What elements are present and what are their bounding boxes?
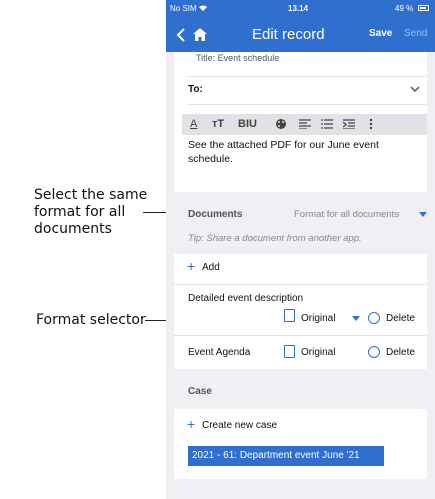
list-icon[interactable] bbox=[321, 119, 333, 129]
divider bbox=[174, 335, 427, 336]
chevron-down-icon[interactable] bbox=[410, 86, 420, 93]
delete-icon[interactable] bbox=[368, 312, 380, 324]
phone-screen: No SIM 13.14 49 % Edit record Save Send … bbox=[166, 0, 435, 499]
divider bbox=[188, 76, 427, 77]
annotation-format-selector: Format selector bbox=[36, 312, 146, 328]
divider bbox=[188, 104, 427, 105]
delete-button[interactable]: Delete bbox=[386, 347, 415, 358]
format-toolbar: A тT BIU bbox=[182, 114, 427, 135]
to-label: To: bbox=[188, 84, 203, 95]
nav-bar: Edit record Save Send bbox=[166, 17, 435, 52]
document-icon bbox=[284, 309, 295, 322]
delete-button[interactable]: Delete bbox=[386, 313, 415, 324]
page-title: Edit record bbox=[252, 26, 325, 43]
save-button[interactable]: Save bbox=[369, 28, 392, 39]
battery-label: 49 % bbox=[395, 4, 414, 13]
pdf-icon bbox=[284, 345, 295, 358]
selected-case[interactable]: 2021 - 61: Department event June '21 bbox=[188, 446, 384, 466]
send-button[interactable]: Send bbox=[404, 28, 427, 39]
delete-icon[interactable] bbox=[368, 346, 380, 358]
create-case-button[interactable]: Create new case bbox=[202, 420, 277, 431]
add-case-icon[interactable]: + bbox=[187, 416, 195, 432]
status-bar: No SIM 13.14 49 % bbox=[166, 0, 435, 17]
caret-down-icon[interactable] bbox=[352, 316, 360, 321]
documents-tip: Tip: Share a document from another app. bbox=[188, 233, 362, 244]
divider bbox=[174, 284, 427, 285]
caret-down-icon[interactable] bbox=[419, 212, 427, 217]
format-selector[interactable]: Original bbox=[301, 347, 335, 358]
format-all-dropdown[interactable]: Format for all documents bbox=[294, 209, 399, 220]
email-body[interactable]: See the attached PDF for our June event … bbox=[188, 138, 418, 166]
clock-label: 13.14 bbox=[288, 4, 309, 13]
align-icon[interactable] bbox=[299, 119, 311, 129]
annotation-format-all: Select the same format for all documents bbox=[34, 187, 148, 237]
case-header: Case bbox=[188, 386, 212, 397]
carrier-label: No SIM bbox=[170, 4, 197, 13]
indent-icon[interactable] bbox=[343, 119, 355, 129]
home-icon[interactable] bbox=[193, 28, 207, 41]
wifi-icon bbox=[199, 5, 207, 11]
text-size-button[interactable]: тT bbox=[212, 118, 224, 130]
battery-icon bbox=[418, 5, 429, 11]
format-selector[interactable]: Original bbox=[301, 313, 335, 324]
documents-header: Documents bbox=[188, 209, 243, 220]
bold-italic-underline-button[interactable]: BIU bbox=[238, 118, 257, 130]
palette-icon[interactable] bbox=[275, 118, 287, 130]
back-chevron-icon[interactable] bbox=[176, 28, 186, 42]
add-icon[interactable]: + bbox=[187, 258, 195, 274]
title-row[interactable]: Title: Event schedule bbox=[196, 53, 279, 63]
font-color-button[interactable]: A bbox=[190, 118, 197, 130]
document-name: Detailed event description bbox=[188, 293, 304, 304]
add-document-button[interactable]: Add bbox=[202, 262, 220, 273]
document-name: Event Agenda bbox=[188, 347, 251, 358]
more-icon[interactable] bbox=[369, 118, 373, 130]
